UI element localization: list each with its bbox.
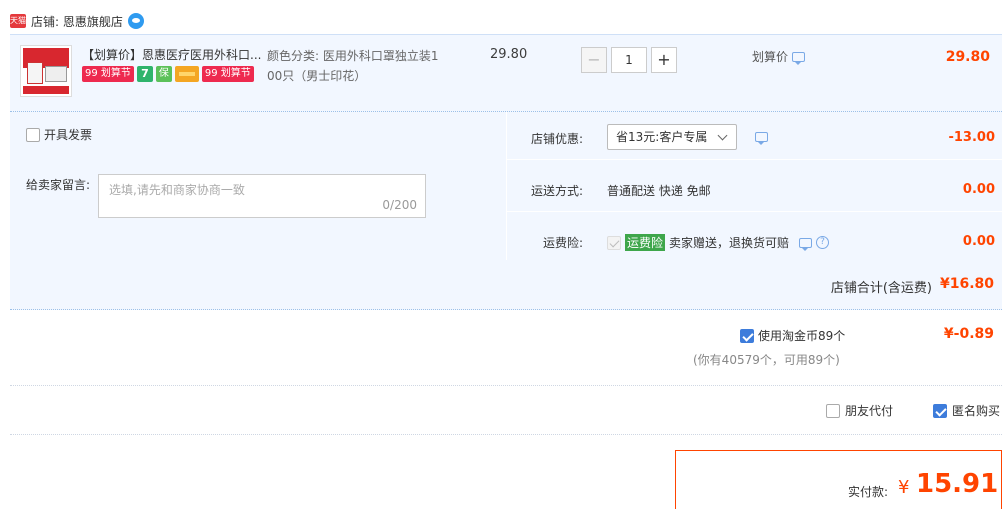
quantity-plus-button[interactable]: + [651,47,677,73]
friend-pay-label: 朋友代付 [845,404,894,418]
product-title-link[interactable]: 【划算价】恩惠医疗医用外科口... [82,46,262,63]
shop-header: 天猫 店铺: 恩惠旗舰店 [10,12,144,30]
message-to-seller-input[interactable]: 选填,请先和商家协商一致 0/200 [98,174,426,218]
promo-99-badge: 99 划算节 [82,66,134,82]
comment-icon[interactable] [799,237,813,251]
taojinbi-amount: ¥-0.89 [943,326,994,342]
insurance-value: 运费险 卖家赠送，退换货可赔 ? [607,234,830,251]
options-right-panel: 店铺优惠: 省13元:客户专属 -13.00 运送方式: 普通配送 快递 免邮 … [506,112,1003,260]
price-type-label: 划算价 [752,50,789,64]
price-type: 划算价 [752,48,806,65]
insurance-tag: 运费险 [625,234,666,251]
friend-pay-checkbox[interactable] [826,403,840,418]
invoice-option[interactable]: 开具发票 [26,126,92,143]
quantity-input[interactable]: 1 [611,47,647,73]
message-label: 给卖家留言: [26,178,91,192]
insurance-amount: 0.00 [962,234,995,249]
shop-discount-row: 店铺优惠: 省13元:客户专属 -13.00 [507,112,1003,160]
promo-99-badge: 99 划算节 [201,66,254,82]
comment-icon[interactable] [792,51,806,65]
guarantee-icon: 保 [155,66,172,82]
taojinbi-hint: (你有40579个，可用89个) [693,353,840,367]
shop-total-value: ¥16.80 [939,276,994,292]
unit-price: 29.80 [490,47,528,62]
shipping-insurance-row: 运费险: 运费险 卖家赠送，退换货可赔 ? 0.00 [507,216,1003,264]
invoice-checkbox[interactable] [26,127,40,142]
taojinbi-checkbox[interactable] [740,328,754,343]
delivery-row: 运送方式: 普通配送 快递 免邮 0.00 [507,164,1003,212]
discount-label: 店铺优惠: [530,132,583,146]
message-placeholder: 选填,请先和商家协商一致 [109,183,245,197]
tmall-icon: 天猫 [10,14,26,28]
taojinbi-option[interactable]: 使用淘金币89个 [740,327,845,344]
divider [10,385,1002,386]
help-icon[interactable]: ? [816,236,830,249]
insurance-description: 卖家赠送，退换货可赔 [669,236,790,250]
anonymous-checkbox[interactable] [933,403,947,418]
payment-currency: ¥ [898,477,910,498]
cart-item-row: 【划算价】恩惠医疗医用外科口... 99 划算节 7 保 99 划算节 颜色分类… [10,34,1002,112]
message-char-count: 0/200 [382,198,417,212]
product-thumbnail[interactable] [20,45,72,97]
discount-amount: -13.00 [948,130,995,145]
anonymous-label: 匿名购买 [952,404,1001,418]
order-options: 开具发票 给卖家留言: 选填,请先和商家协商一致 0/200 店铺优惠: 省13… [10,112,1003,260]
taojinbi-label: 使用淘金币89个 [758,329,846,343]
sku-line: 00只（男士印花） [267,69,367,83]
discount-value: 省13元:客户专属 [607,124,768,150]
credit-card-icon [174,66,199,82]
quantity-minus-button[interactable]: − [581,47,607,73]
comment-icon[interactable] [755,132,768,145]
chevron-down-icon [717,130,728,141]
options-left-panel: 开具发票 给卖家留言: 选填,请先和商家协商一致 0/200 [10,112,506,260]
seven-day-return-icon: 7 [136,66,153,82]
invoice-label: 开具发票 [44,128,93,142]
delivery-amount: 0.00 [962,182,995,197]
delivery-value: 普通配送 快递 免邮 [607,184,711,198]
quantity-stepper: − 1 + [581,47,677,73]
delivery-label: 运送方式: [530,184,583,198]
sku-info: 颜色分类: 医用外科口罩独立装1 00只（男士印花） [267,46,467,86]
payment-summary: 实付款: ¥ 15.91 [675,450,1002,509]
shop-total-bar: 店铺合计(含运费) ¥16.80 [10,260,1002,310]
sku-line: 颜色分类: 医用外科口罩独立装1 [267,49,439,63]
friend-pay-option[interactable]: 朋友代付 [826,402,893,419]
divider [10,434,1002,435]
product-badges: 99 划算节 7 保 99 划算节 [82,66,254,82]
insurance-checkbox [607,235,621,250]
shop-name-link[interactable]: 店铺: 恩惠旗舰店 [31,13,123,30]
wangwang-chat-icon[interactable] [127,13,144,29]
item-subtotal: 29.80 [945,49,990,65]
payment-amount: 15.91 [916,469,999,499]
anonymous-purchase-option[interactable]: 匿名购买 [933,402,1000,419]
discount-selected-option: 省13元:客户专属 [616,130,708,144]
shop-total-label: 店铺合计(含运费) [830,281,932,296]
insurance-label: 运费险: [542,236,583,250]
payment-label: 实付款: [848,485,889,499]
discount-select[interactable]: 省13元:客户专属 [607,124,737,150]
